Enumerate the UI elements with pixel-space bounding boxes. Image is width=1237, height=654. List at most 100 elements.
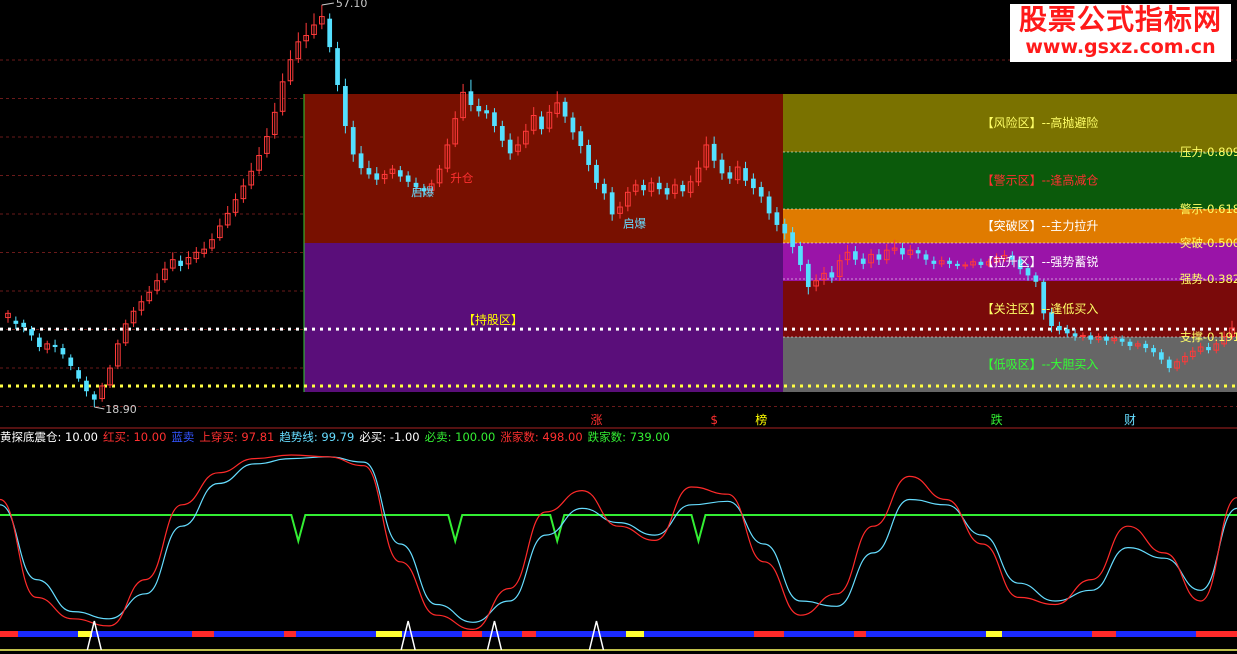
candle-body	[860, 258, 866, 264]
axis-marker: 涨	[590, 412, 602, 427]
signal-bar-segment	[18, 631, 78, 637]
candle-body	[484, 110, 489, 114]
candle-body	[1057, 325, 1062, 331]
candle-body	[601, 183, 607, 194]
indicator-item: 跌家数: 739.00	[587, 430, 670, 444]
candle-body	[790, 232, 795, 248]
oscillator-panel	[0, 454, 1237, 651]
candle-body	[798, 245, 803, 265]
candle-body	[1064, 329, 1070, 334]
candle-body	[586, 144, 591, 165]
level-ratio-label: 压力-0.809	[1180, 145, 1237, 159]
low-pointer	[94, 406, 105, 410]
candle-body	[52, 344, 58, 348]
signal-annotation: 启爆	[623, 216, 646, 230]
candle-body	[711, 143, 717, 161]
zone-overlays	[0, 94, 1237, 392]
signal-bar-segment	[626, 631, 644, 637]
indicator-item: 涨家数: 498.00	[500, 430, 583, 444]
watermark-title: 股票公式指标网	[1018, 3, 1222, 36]
level-ratio-label: 强势-0.382	[1180, 272, 1237, 286]
indicator-item: 蓝卖	[171, 430, 195, 444]
candle-body	[805, 263, 811, 288]
candle-body	[374, 173, 380, 180]
candle-body	[923, 254, 929, 260]
candle-body	[900, 248, 905, 255]
watermark-url: www.gsxz.com.cn	[1025, 36, 1216, 58]
candle-body	[91, 394, 97, 400]
candle-body	[727, 172, 733, 179]
candle-body	[13, 320, 19, 324]
candle-body	[29, 329, 34, 336]
candle-body	[751, 178, 756, 189]
candle-body	[743, 168, 748, 181]
indicator-item: 趋势线: 99.79	[279, 430, 355, 444]
candle-body	[366, 168, 372, 175]
candle-body	[947, 260, 952, 264]
level-ratio-label: 支撑-0.191	[1180, 330, 1237, 344]
signal-bar-segment	[0, 631, 18, 637]
candle-body	[539, 116, 544, 130]
candle-body	[570, 117, 576, 133]
indicator-value-bar: 黄探底震仓: 10.00 红买: 10.00 蓝卖 上穿买: 97.81 趋势线: 99…	[0, 429, 1237, 445]
candle-body	[656, 182, 662, 190]
signal-bar-segment	[644, 631, 754, 637]
signal-bar-segment	[92, 631, 192, 637]
candle-body	[774, 212, 780, 225]
signal-bar-segment	[536, 631, 626, 637]
indicator-item: 红买: 10.00	[102, 430, 167, 444]
candle-body	[68, 357, 74, 366]
high-pointer	[321, 2, 334, 6]
candle-body	[578, 131, 584, 147]
candle-body	[468, 91, 474, 105]
candle-body	[492, 112, 497, 127]
candle-body	[76, 370, 81, 379]
signal-bar-segment	[284, 631, 296, 637]
green-trend-line	[0, 514, 1237, 545]
low-price-label: 18.90	[105, 403, 137, 416]
axis-marker: 财	[1124, 413, 1136, 427]
signal-annotation: 升仓	[450, 171, 473, 185]
hold-zone-label: 【持股区】	[463, 312, 523, 327]
candle-body	[955, 263, 960, 266]
cyan-trend-line	[0, 456, 1237, 623]
indicator-item: 黄探底震仓: 10.00	[0, 430, 98, 444]
candle-body	[335, 48, 340, 85]
candle-body	[350, 127, 356, 155]
candle-body	[680, 184, 686, 192]
candle-body	[1206, 347, 1211, 351]
hold-zone-lower	[304, 243, 783, 392]
candle-body	[1159, 352, 1164, 360]
signal-bar-segment	[482, 631, 522, 637]
candle-body	[931, 260, 937, 264]
candle-body	[1025, 268, 1031, 276]
red-signal-line	[0, 454, 1237, 631]
signal-bar-segment	[854, 631, 866, 637]
candle-body	[358, 153, 364, 169]
indicator-item: 上穿买: 97.81	[199, 430, 275, 444]
candle-body	[641, 184, 646, 191]
signal-bar-segment	[1196, 631, 1237, 637]
candle-body	[84, 380, 89, 392]
signal-bar-segment	[192, 631, 214, 637]
candle-body	[476, 106, 482, 112]
candle-body	[609, 192, 615, 215]
signal-bar-segment	[462, 631, 482, 637]
candle-body	[1104, 336, 1109, 341]
signal-bar-segment	[522, 631, 536, 637]
level-zone-label: 【警示区】--逢高减仓	[982, 173, 1099, 188]
candle-body	[343, 86, 348, 127]
candle-body	[327, 18, 333, 48]
level-zone-label: 【低吸区】--大胆买入	[982, 358, 1099, 372]
candle-body	[1033, 275, 1039, 282]
candle-body	[1088, 335, 1094, 340]
candle-body	[37, 337, 42, 348]
axis-marker: 跌	[991, 412, 1003, 427]
signal-bar-segment	[1092, 631, 1116, 637]
axis-marker: $	[710, 413, 718, 427]
signal-bar-segment	[214, 631, 284, 637]
signal-bar-segment	[296, 631, 376, 637]
candle-body	[1151, 348, 1156, 353]
signal-bar-segment	[1116, 631, 1196, 637]
level-zone-label: 【风险区】--高抛避险	[982, 115, 1099, 130]
